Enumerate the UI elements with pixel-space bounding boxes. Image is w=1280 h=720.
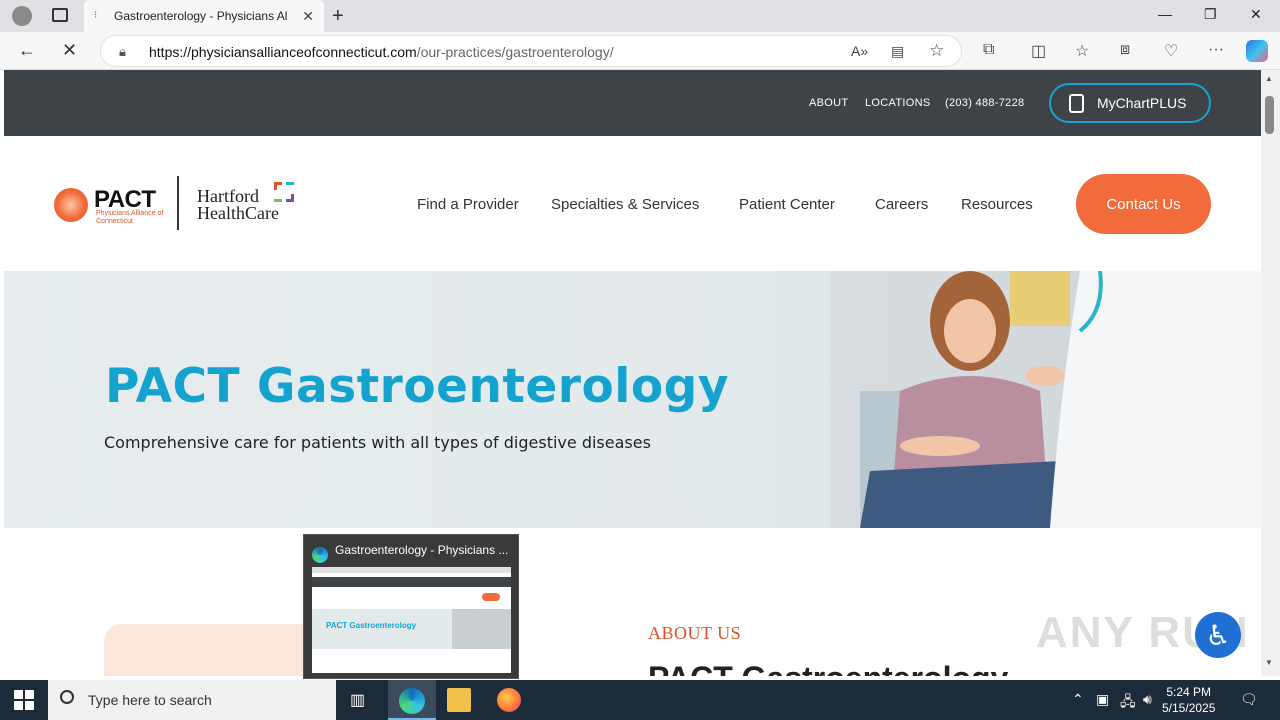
preview-title: Gastroenterology - Physicians ... bbox=[335, 543, 509, 557]
clipboard-icon bbox=[1069, 94, 1084, 113]
firefox-icon[interactable] bbox=[497, 688, 521, 712]
hhc-mark-icon bbox=[274, 182, 294, 202]
collections-icon[interactable]: ⧈ bbox=[1120, 41, 1130, 59]
accessibility-icon: ♿︎ bbox=[1205, 619, 1231, 651]
minimize-button[interactable]: — bbox=[1158, 6, 1172, 22]
nav-specialties[interactable]: Specialties & Services bbox=[551, 196, 699, 213]
scroll-up-icon[interactable]: ▲ bbox=[1265, 74, 1273, 83]
phone-link[interactable]: (203) 488-7228 bbox=[945, 97, 1024, 109]
browser-essentials-icon[interactable]: ♡ bbox=[1164, 41, 1178, 61]
notifications-icon[interactable]: 🗨︎ bbox=[1240, 691, 1258, 708]
copilot-icon[interactable] bbox=[1246, 40, 1268, 62]
about-heading: PACT Gastroenterology bbox=[648, 660, 1008, 676]
url-field[interactable]: 🔒︎ https://physiciansallianceofconnectic… bbox=[100, 35, 962, 67]
pact-logo-subtext: Physicians Alliance of Connecticut bbox=[96, 210, 164, 225]
about-us-label: ABOUT US bbox=[648, 623, 742, 643]
favorite-star-icon[interactable]: ☆ bbox=[929, 41, 944, 61]
browser-tab-active[interactable]: ⁝ Gastroenterology - Physicians Al ✕ bbox=[84, 0, 324, 32]
web-page: ABOUT LOCATIONS (203) 488-7228 MyChartPL… bbox=[4, 70, 1261, 676]
taskbar-clock[interactable]: 5:24 PM 5/15/2025 bbox=[1162, 684, 1215, 716]
restore-button[interactable]: ❐ bbox=[1204, 6, 1217, 23]
site-header: PACT Physicians Alliance of Connecticut … bbox=[4, 136, 1261, 271]
edge-icon bbox=[312, 547, 328, 563]
edge-taskbar-icon bbox=[399, 688, 425, 714]
extensions-icon[interactable]: ⧉ bbox=[983, 41, 994, 59]
tab-title: Gastroenterology - Physicians Al bbox=[114, 9, 288, 23]
new-tab-button[interactable]: + bbox=[332, 5, 344, 28]
taskbar-search-input[interactable]: Type here to search bbox=[48, 680, 336, 720]
image-frame-decoration bbox=[104, 624, 314, 676]
accessibility-button[interactable]: ♿︎ bbox=[1195, 612, 1241, 658]
hero-title: PACT Gastroenterology bbox=[105, 359, 729, 414]
taskbar-thumbnail-preview[interactable]: Gastroenterology - Physicians ... PACT G… bbox=[303, 534, 519, 679]
tab-close-icon[interactable]: ✕ bbox=[302, 8, 314, 25]
url-text: https://physiciansallianceofconnecticut.… bbox=[149, 44, 614, 60]
mychart-label: MyChartPLUS bbox=[1097, 95, 1187, 111]
file-explorer-icon[interactable] bbox=[447, 688, 471, 712]
search-placeholder: Type here to search bbox=[88, 692, 212, 708]
scrollbar-thumb[interactable] bbox=[1265, 96, 1274, 134]
favorites-icon[interactable]: ☆ bbox=[1075, 41, 1089, 61]
patient-doctor-illustration bbox=[860, 271, 1261, 528]
windows-start-icon[interactable] bbox=[14, 690, 34, 710]
immersive-reader-icon[interactable]: ▤ bbox=[891, 43, 904, 60]
hhc-line-2: HealthCare bbox=[197, 203, 279, 223]
close-window-button[interactable]: ✕ bbox=[1250, 6, 1262, 23]
volume-icon[interactable]: 🔊︎ bbox=[1143, 691, 1152, 708]
nav-patient-center[interactable]: Patient Center bbox=[739, 196, 835, 213]
back-button[interactable]: ← bbox=[18, 40, 36, 61]
search-icon bbox=[60, 690, 74, 704]
contact-us-button[interactable]: Contact Us bbox=[1076, 174, 1211, 234]
mychart-button[interactable]: MyChartPLUS bbox=[1049, 83, 1211, 123]
tray-chevron-icon[interactable]: ⌃ bbox=[1072, 691, 1084, 708]
tray-device-icon[interactable]: ▣ bbox=[1096, 691, 1109, 708]
hero-photo bbox=[830, 271, 1261, 528]
utility-bar: ABOUT LOCATIONS (203) 488-7228 MyChartPL… bbox=[4, 70, 1261, 136]
hero-banner: PACT Gastroenterology Comprehensive care… bbox=[4, 271, 1261, 528]
page-scrollbar[interactable]: ▲ ▼ bbox=[1261, 70, 1280, 676]
stop-loading-button[interactable]: ✕ bbox=[62, 40, 77, 61]
logo-divider bbox=[177, 176, 179, 230]
hartford-healthcare-logo[interactable]: Hartford HealthCare bbox=[197, 187, 279, 223]
nav-careers[interactable]: Careers bbox=[875, 196, 928, 213]
windows-taskbar: Type here to search ▥ ⌃ ▣ 🖧 🔊︎ 5:24 PM 5… bbox=[0, 680, 1280, 720]
clock-date: 5/15/2025 bbox=[1162, 701, 1216, 715]
scroll-down-icon[interactable]: ▼ bbox=[1265, 658, 1273, 667]
loading-icon: ⁝ bbox=[94, 10, 98, 21]
locations-link[interactable]: LOCATIONS bbox=[865, 97, 930, 109]
settings-more-icon[interactable]: ··· bbox=[1208, 41, 1224, 59]
clock-time: 5:24 PM bbox=[1166, 685, 1212, 699]
nav-resources[interactable]: Resources bbox=[961, 196, 1033, 213]
lock-icon[interactable]: 🔒︎ bbox=[119, 44, 126, 60]
edge-taskbar-button[interactable] bbox=[388, 680, 436, 720]
hero-subtitle: Comprehensive care for patients with all… bbox=[104, 433, 651, 452]
nav-find-provider[interactable]: Find a Provider bbox=[417, 196, 519, 213]
browser-tab-strip: ⁝ Gastroenterology - Physicians Al ✕ + —… bbox=[0, 0, 1280, 32]
profile-icon[interactable] bbox=[12, 6, 32, 26]
network-icon[interactable]: 🖧 bbox=[1120, 691, 1136, 715]
task-view-icon[interactable]: ▥ bbox=[350, 690, 365, 710]
read-aloud-icon[interactable]: A» bbox=[851, 43, 868, 59]
tab-actions-icon[interactable] bbox=[52, 8, 68, 22]
pact-logo-icon bbox=[54, 188, 88, 222]
preview-image: PACT Gastroenterology bbox=[312, 567, 511, 673]
split-screen-icon[interactable]: ◫ bbox=[1031, 41, 1046, 61]
about-link[interactable]: ABOUT bbox=[809, 97, 848, 109]
address-bar-row: ← ✕ 🔒︎ https://physiciansallianceofconne… bbox=[0, 32, 1280, 70]
